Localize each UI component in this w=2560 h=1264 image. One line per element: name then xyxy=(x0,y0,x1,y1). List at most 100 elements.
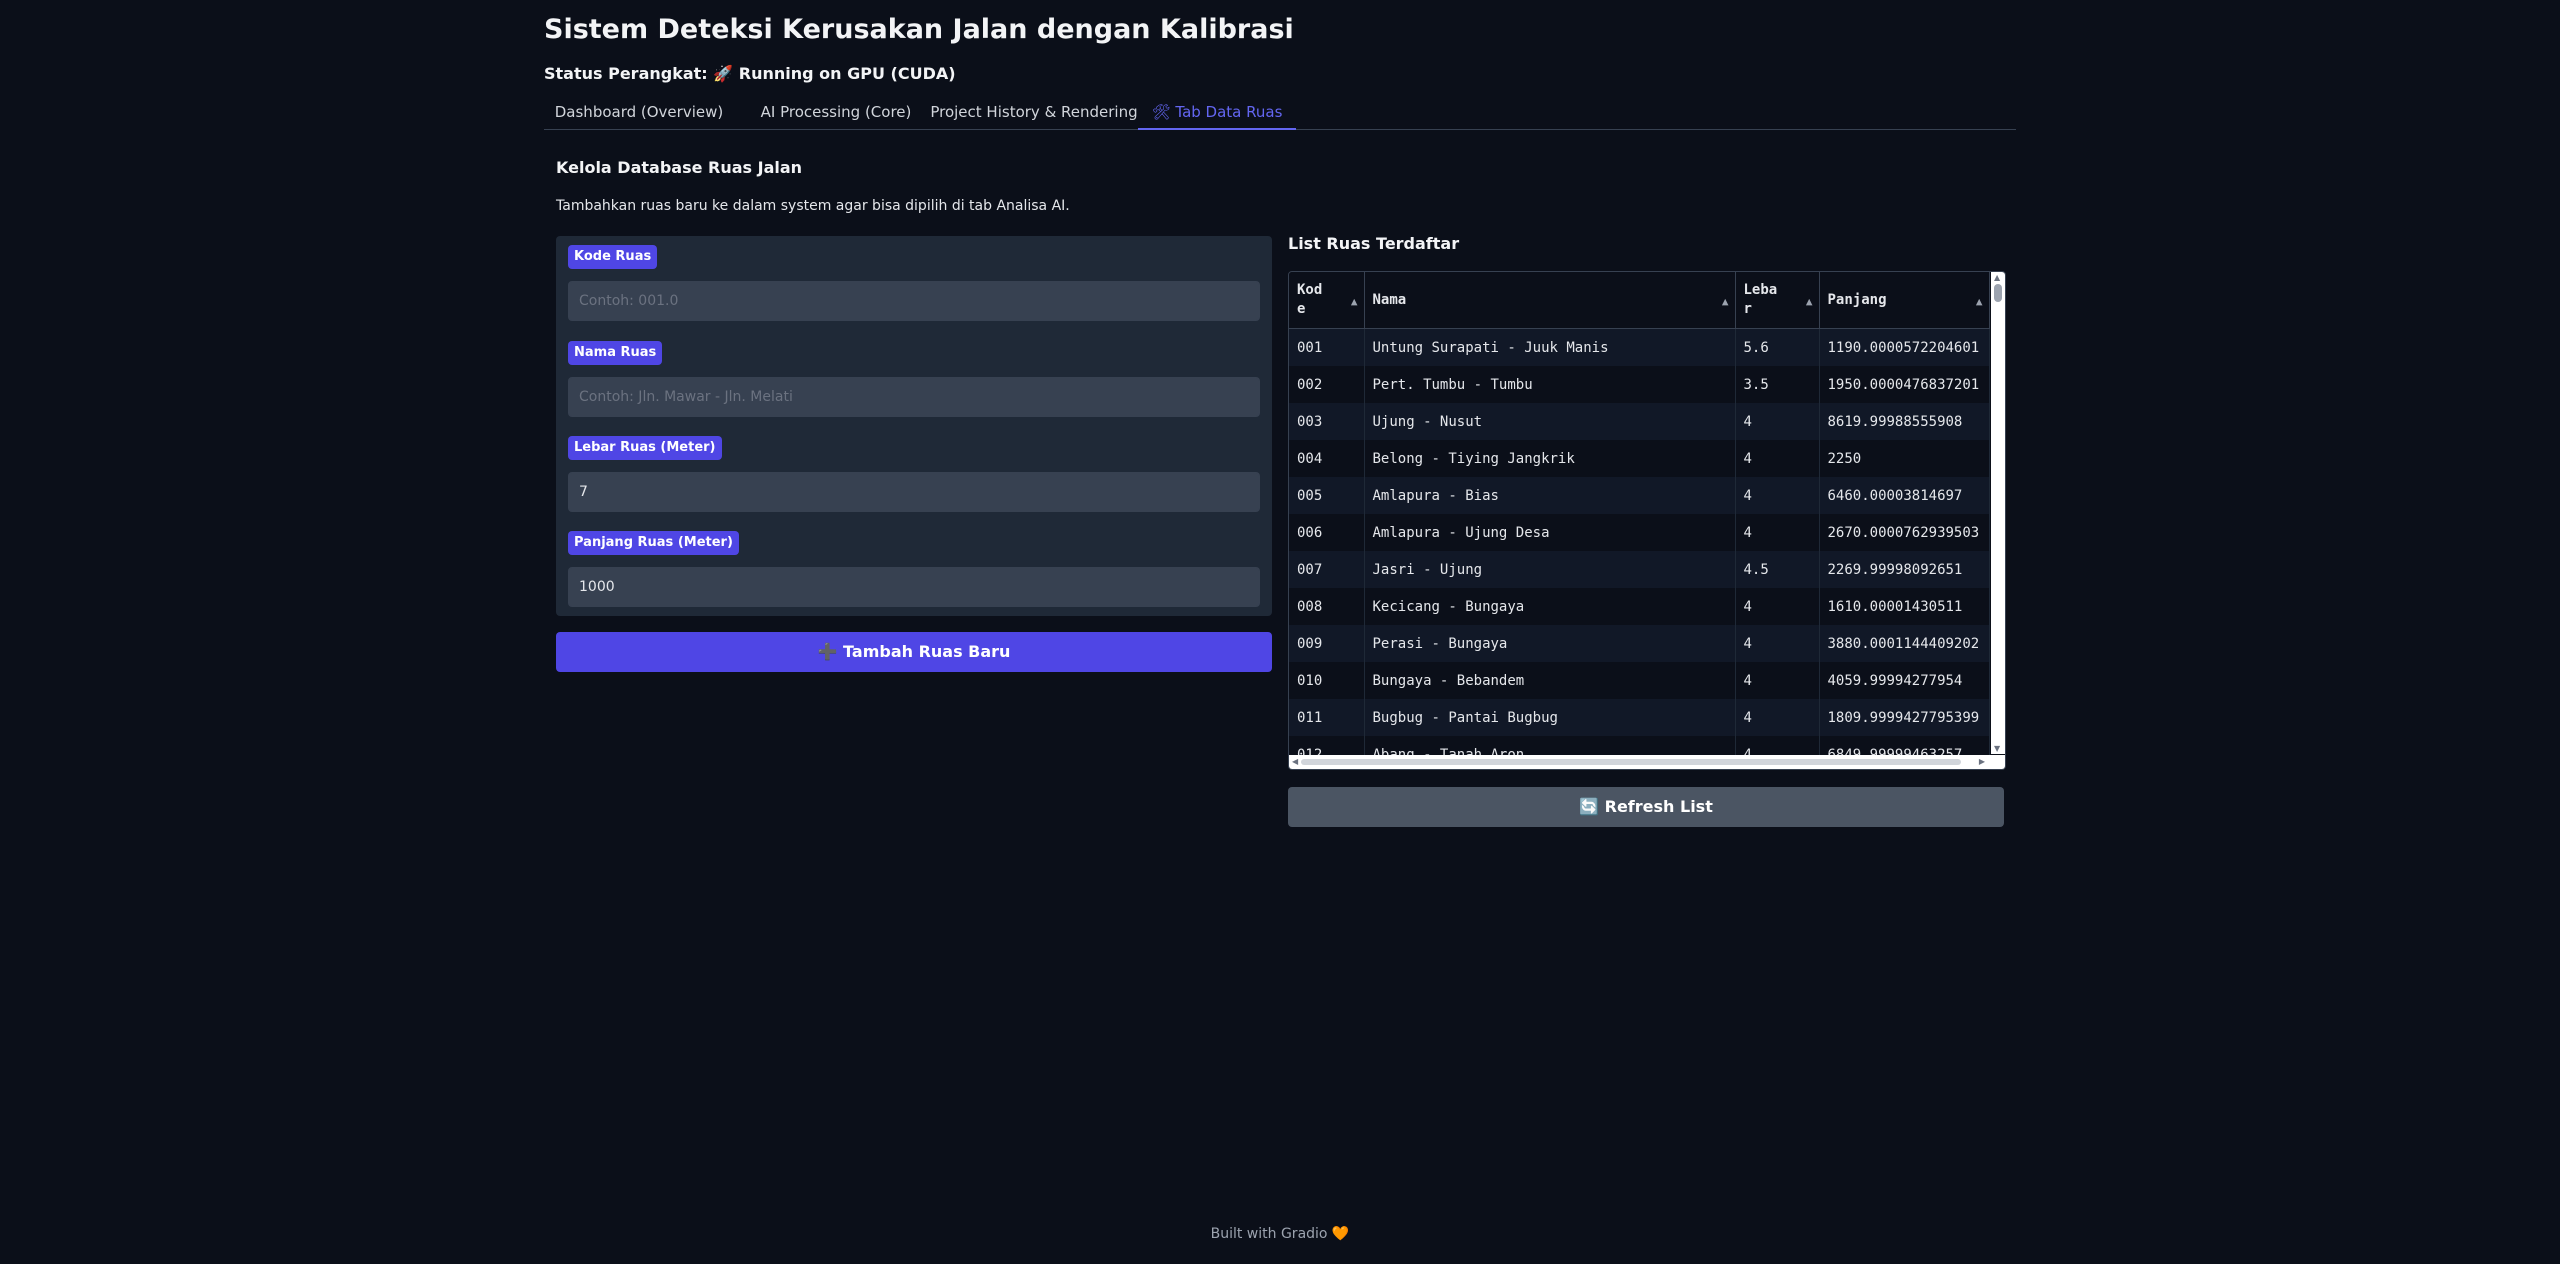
table-row[interactable]: 004 Belong - Tiying Jangkrik 4 2250 xyxy=(1289,440,1990,477)
nama-ruas-input[interactable] xyxy=(568,377,1260,417)
table-cell[interactable]: Perasi - Bungaya xyxy=(1364,625,1736,662)
table-cell[interactable]: 5.6 xyxy=(1735,328,1820,366)
footer-text[interactable]: Built with Gradio 🧡 xyxy=(0,1226,2560,1242)
table-cell[interactable]: 4.5 xyxy=(1735,551,1820,588)
table-cell[interactable]: 4 xyxy=(1735,440,1820,477)
table-row[interactable]: 011 Bugbug - Pantai Bugbug 4 1809.999942779… xyxy=(1289,699,1990,736)
sort-arrow-icon[interactable]: ▲ xyxy=(1976,292,1983,311)
table-cell[interactable]: 1950.0000476837201 xyxy=(1819,366,1990,403)
scroll-up-icon[interactable]: ▲ xyxy=(1994,273,2000,282)
table-cell[interactable]: 4 xyxy=(1735,477,1820,514)
table-cell[interactable]: Amlapura - Bias xyxy=(1364,477,1736,514)
sort-arrow-icon[interactable]: ▲ xyxy=(1351,292,1358,311)
column-label: Lebar xyxy=(1743,282,1778,317)
table-cell[interactable]: 008 xyxy=(1289,588,1365,625)
table-cell[interactable]: 005 xyxy=(1289,477,1365,514)
table-cell[interactable]: 4 xyxy=(1735,514,1820,551)
tab-dashboard[interactable]: Dashboard (Overview) xyxy=(544,96,734,128)
tab-ai-processing[interactable]: AI Processing (Core) xyxy=(741,96,931,128)
kode-ruas-input[interactable] xyxy=(568,281,1260,321)
table-cell[interactable]: 6460.00003814697 xyxy=(1819,477,1990,514)
tab-data-ruas[interactable]: 🛠 Tab Data Ruas xyxy=(1138,96,1296,130)
table-cell[interactable]: 4 xyxy=(1735,625,1820,662)
table-cell[interactable]: 3.5 xyxy=(1735,366,1820,403)
table-cell[interactable]: 1190.0000572204601 xyxy=(1819,328,1990,366)
lebar-ruas-label: Lebar Ruas (Meter) xyxy=(568,436,722,460)
tab-bar: Dashboard (Overview) AI Processing (Core… xyxy=(544,96,2016,130)
sort-arrow-icon[interactable]: ▲ xyxy=(1722,292,1729,311)
nama-ruas-label: Nama Ruas xyxy=(568,341,663,365)
form-panel: Kode Ruas Nama Ruas Lebar Ruas (Meter) P… xyxy=(556,236,1272,616)
table-cell[interactable]: Kecicang - Bungaya xyxy=(1364,588,1736,625)
table-cell[interactable]: 002 xyxy=(1289,366,1365,403)
scroll-thumb[interactable] xyxy=(1301,759,1961,765)
column-header-nama[interactable]: Nama ▲ xyxy=(1364,272,1736,329)
table-row[interactable]: 003 Ujung - Nusut 4 8619.99988555908 xyxy=(1289,403,1990,440)
table-cell[interactable]: 4 xyxy=(1735,662,1820,699)
table-cell[interactable]: 2250 xyxy=(1819,440,1990,477)
table-cell[interactable]: 006 xyxy=(1289,514,1365,551)
table-row[interactable]: 006 Amlapura - Ujung Desa 4 2670.0000762939… xyxy=(1289,514,1990,551)
column-header-panjang[interactable]: Panjang ▲ xyxy=(1819,272,1990,329)
table-cell[interactable]: 4 xyxy=(1735,588,1820,625)
list-title: List Ruas Terdaftar xyxy=(1288,234,1460,253)
panjang-ruas-input[interactable] xyxy=(568,567,1260,607)
vertical-scrollbar[interactable]: ▲ ▼ xyxy=(1991,272,2005,754)
tab-project-history[interactable]: Project History & Rendering xyxy=(914,96,1154,128)
column-label: Nama xyxy=(1372,291,1407,308)
column-label: Panjang xyxy=(1827,291,1887,308)
lebar-ruas-input[interactable] xyxy=(568,472,1260,512)
form-title: Kelola Database Ruas Jalan xyxy=(556,158,803,177)
table-cell[interactable]: Belong - Tiying Jangkrik xyxy=(1364,440,1736,477)
table-cell[interactable]: 009 xyxy=(1289,625,1365,662)
table-cell[interactable]: 4 xyxy=(1735,699,1820,736)
table-cell[interactable]: 007 xyxy=(1289,551,1365,588)
table-cell[interactable]: 8619.99988555908 xyxy=(1819,403,1990,440)
table-row[interactable]: 010 Bungaya - Bebandem 4 4059.99994277954 xyxy=(1289,662,1990,699)
ruas-table: Kode ▲ Nama ▲ Lebar ▲ Panjang ▲ 001 Untung Su… xyxy=(1289,272,1990,769)
column-header-lebar[interactable]: Lebar ▲ xyxy=(1735,272,1820,329)
device-status: Status Perangkat: 🚀 Running on GPU (CUDA… xyxy=(544,64,956,83)
table-row[interactable]: 001 Untung Surapati - Juuk Manis 5.6 1190.0… xyxy=(1289,328,1990,366)
table-cell[interactable]: Bugbug - Pantai Bugbug xyxy=(1364,699,1736,736)
table-cell[interactable]: 3880.0001144409202 xyxy=(1819,625,1990,662)
table-row[interactable]: 002 Pert. Tumbu - Tumbu 3.5 1950.0000476837… xyxy=(1289,366,1990,403)
table-cell[interactable]: 2670.0000762939503 xyxy=(1819,514,1990,551)
table-cell[interactable]: 4059.99994277954 xyxy=(1819,662,1990,699)
table-cell[interactable]: Jasri - Ujung xyxy=(1364,551,1736,588)
scroll-thumb[interactable] xyxy=(1994,284,2002,302)
ruas-table-container[interactable]: Kode ▲ Nama ▲ Lebar ▲ Panjang ▲ 001 Untung Su… xyxy=(1288,271,2006,770)
kode-ruas-label: Kode Ruas xyxy=(568,245,658,269)
refresh-list-button[interactable]: 🔄 Refresh List xyxy=(1288,787,2004,827)
table-cell[interactable]: Pert. Tumbu - Tumbu xyxy=(1364,366,1736,403)
table-row[interactable]: 007 Jasri - Ujung 4.5 2269.99998092651 xyxy=(1289,551,1990,588)
table-cell[interactable]: Untung Surapati - Juuk Manis xyxy=(1364,328,1736,366)
table-cell[interactable]: 003 xyxy=(1289,403,1365,440)
table-cell[interactable]: 2269.99998092651 xyxy=(1819,551,1990,588)
table-cell[interactable]: 4 xyxy=(1735,403,1820,440)
form-description: Tambahkan ruas baru ke dalam system agar… xyxy=(556,198,1070,214)
table-cell[interactable]: 1610.00001430511 xyxy=(1819,588,1990,625)
column-label: Kode xyxy=(1297,282,1323,317)
scroll-right-icon[interactable]: ▶ xyxy=(1979,757,1985,766)
scroll-left-icon[interactable]: ◀ xyxy=(1292,757,1298,766)
table-cell[interactable]: 010 xyxy=(1289,662,1365,699)
table-row[interactable]: 005 Amlapura - Bias 4 6460.00003814697 xyxy=(1289,477,1990,514)
column-header-kode[interactable]: Kode ▲ xyxy=(1289,272,1365,329)
table-row[interactable]: 009 Perasi - Bungaya 4 3880.0001144409202 xyxy=(1289,625,1990,662)
table-row[interactable]: 008 Kecicang - Bungaya 4 1610.00001430511 xyxy=(1289,588,1990,625)
table-body: 001 Untung Surapati - Juuk Manis 5.6 1190.0… xyxy=(1289,328,1990,769)
table-cell[interactable]: Amlapura - Ujung Desa xyxy=(1364,514,1736,551)
add-ruas-button[interactable]: ➕ Tambah Ruas Baru xyxy=(556,632,1272,672)
table-cell[interactable]: 011 xyxy=(1289,699,1365,736)
table-cell[interactable]: 1809.9999427795399 xyxy=(1819,699,1990,736)
table-cell[interactable]: 001 xyxy=(1289,328,1365,366)
table-cell[interactable]: 004 xyxy=(1289,440,1365,477)
table-cell[interactable]: Ujung - Nusut xyxy=(1364,403,1736,440)
table-cell[interactable]: Bungaya - Bebandem xyxy=(1364,662,1736,699)
sort-arrow-icon[interactable]: ▲ xyxy=(1806,292,1813,311)
panjang-ruas-label: Panjang Ruas (Meter) xyxy=(568,531,739,555)
horizontal-scrollbar[interactable]: ◀ ▶ xyxy=(1289,755,2005,769)
table-header-row: Kode ▲ Nama ▲ Lebar ▲ Panjang ▲ xyxy=(1289,272,1990,329)
scroll-down-icon[interactable]: ▼ xyxy=(1994,744,2000,753)
